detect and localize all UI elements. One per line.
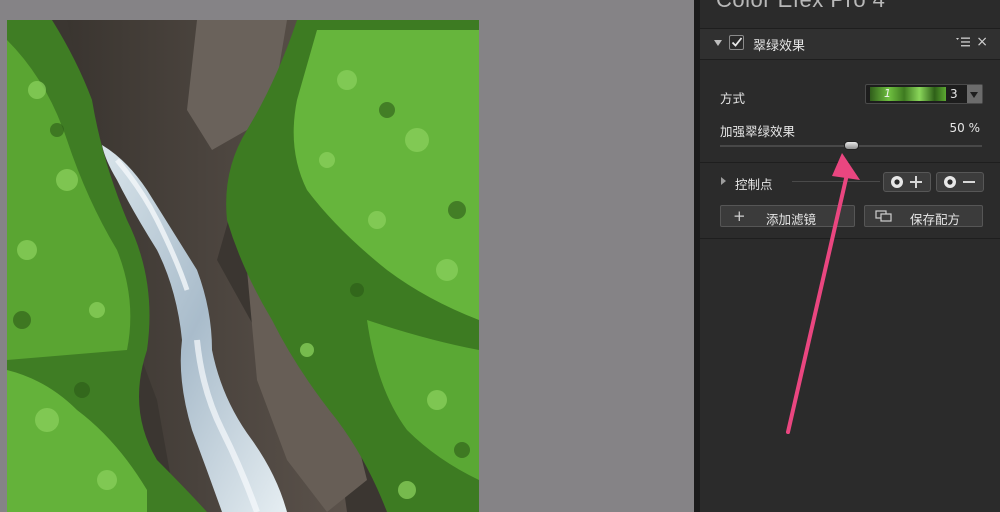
method-preview-text: 1 bbox=[884, 87, 891, 100]
close-icon[interactable]: × bbox=[976, 35, 988, 49]
copy-icon bbox=[875, 210, 892, 222]
photo-preview[interactable] bbox=[7, 20, 479, 512]
strength-label: 加强翠绿效果 bbox=[720, 124, 796, 139]
expand-triangle-icon[interactable] bbox=[721, 177, 726, 185]
method-label: 方式 bbox=[720, 91, 746, 106]
method-select[interactable]: 1 3 bbox=[865, 84, 983, 104]
menu-icon[interactable] bbox=[956, 37, 970, 47]
divider bbox=[700, 238, 1000, 239]
filter-enable-checkbox[interactable] bbox=[729, 35, 744, 50]
dropdown-arrow-icon[interactable] bbox=[967, 85, 982, 103]
image-canvas[interactable] bbox=[0, 0, 694, 512]
add-filter-label: 添加滤镜 bbox=[766, 212, 817, 227]
waterfall-photo bbox=[7, 20, 479, 512]
save-recipe-label: 保存配方 bbox=[910, 212, 961, 227]
collapse-triangle-icon[interactable] bbox=[714, 40, 722, 46]
remove-control-point-button[interactable] bbox=[936, 172, 984, 192]
method-preview: 1 bbox=[870, 87, 946, 101]
checkbox-check-icon bbox=[731, 37, 743, 47]
control-points-line bbox=[792, 181, 880, 182]
control-points-label[interactable]: 控制点 bbox=[735, 174, 773, 193]
filter-panel: Color Efex Pro 4 翠绿效果 × 方式 1 3 加强翠绿效果 50… bbox=[700, 0, 1000, 512]
filter-header[interactable]: 翠绿效果 × bbox=[700, 28, 1000, 60]
add-control-point-button[interactable] bbox=[883, 172, 931, 192]
control-point-add-icon bbox=[891, 176, 922, 188]
save-recipe-button[interactable]: 保存配方 bbox=[864, 205, 983, 227]
app-title: Color Efex Pro 4 bbox=[716, 0, 885, 13]
strength-value: 50 % bbox=[949, 121, 981, 135]
control-point-remove-icon bbox=[944, 176, 975, 188]
add-filter-button[interactable]: + 添加滤镜 bbox=[720, 205, 855, 227]
filter-name: 翠绿效果 bbox=[753, 39, 806, 54]
strength-slider-thumb[interactable] bbox=[844, 141, 859, 150]
method-value: 3 bbox=[950, 87, 958, 101]
divider bbox=[700, 162, 1000, 163]
plus-icon: + bbox=[733, 207, 746, 225]
